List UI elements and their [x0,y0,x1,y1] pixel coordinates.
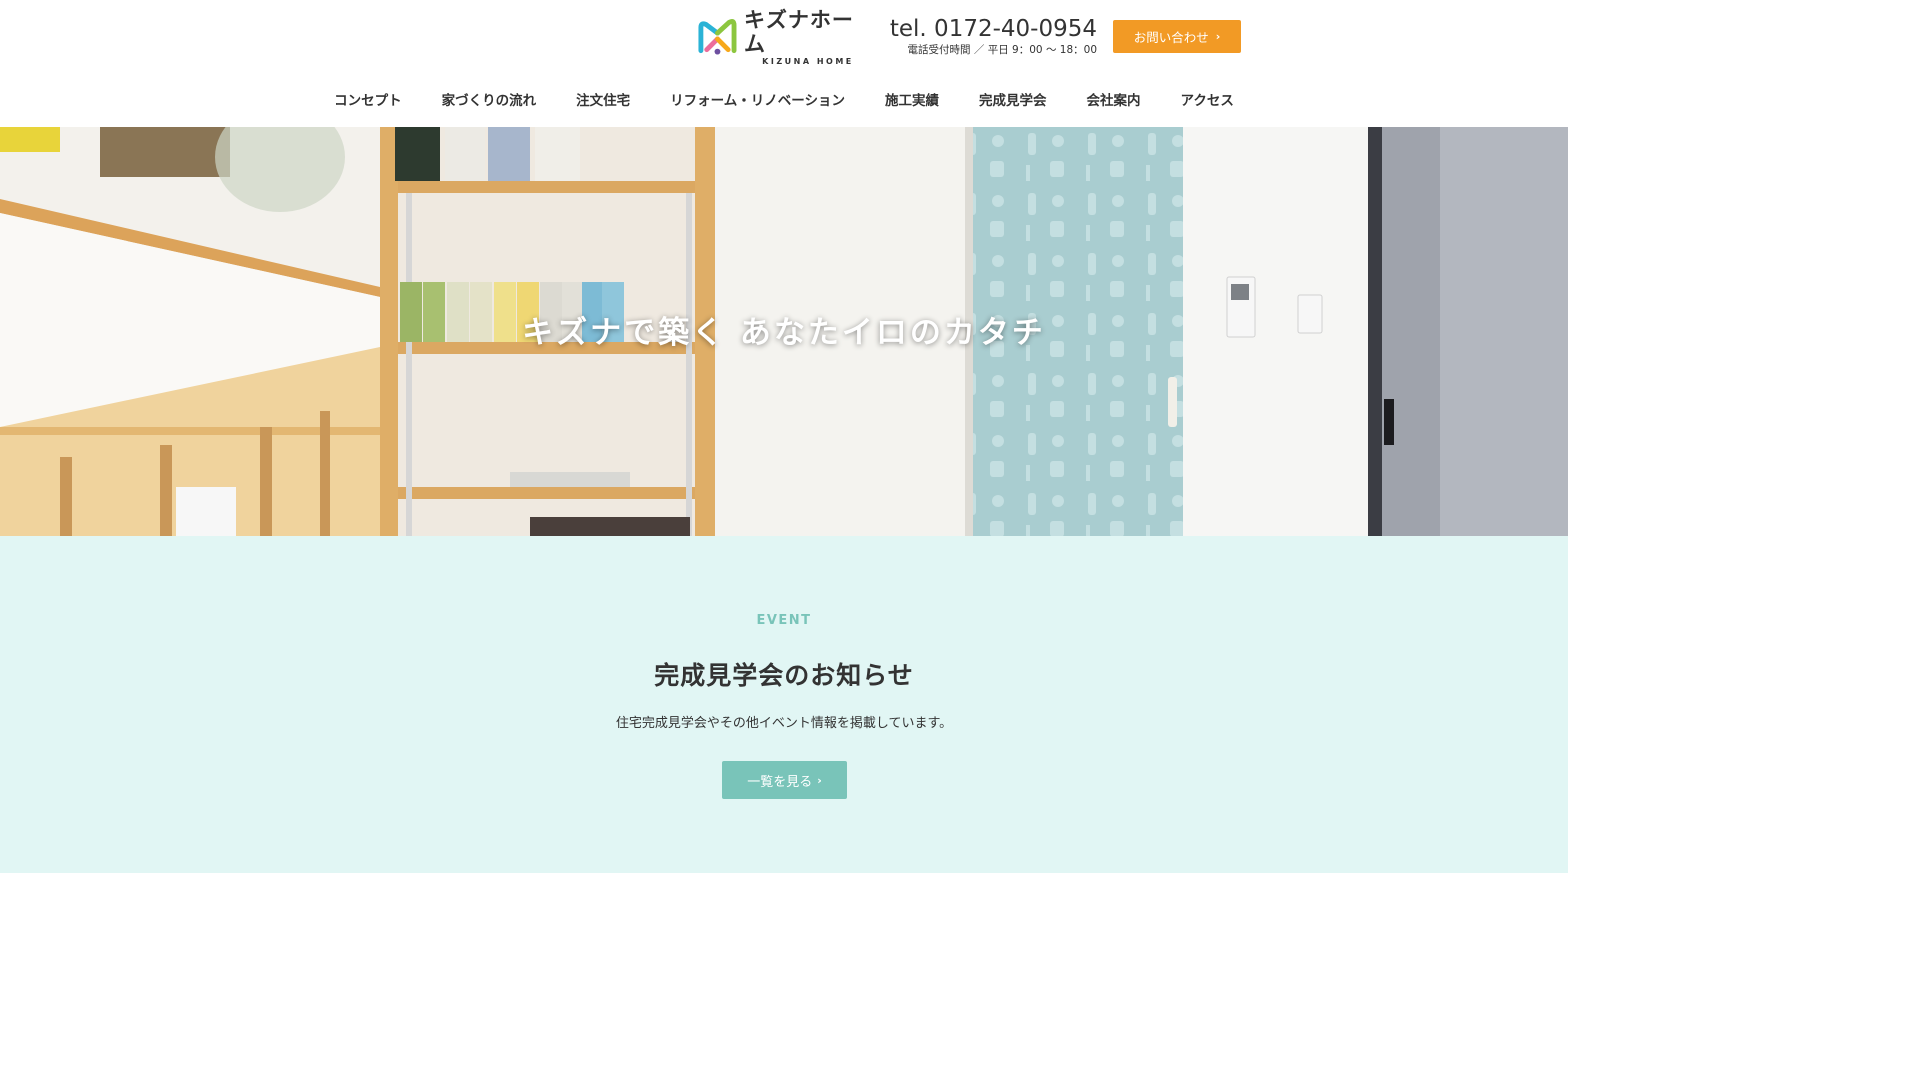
contact-button-label: お問い合わせ [1133,30,1209,45]
chevron-right-icon: › [1215,30,1221,43]
nav-item-concept[interactable]: コンセプト [314,88,422,114]
view-list-button-label: 一覧を見る [747,774,813,790]
nav-item-access[interactable]: アクセス [1161,88,1254,114]
contact-button[interactable]: お問い合わせ › [1113,20,1241,53]
site-logo[interactable]: キズナホーム KIZUNA HOME [697,8,872,66]
nav-item-flow[interactable]: 家づくりの流れ [422,88,557,114]
nav-item-company[interactable]: 会社案内 [1067,88,1161,114]
nav-item-works[interactable]: 施工実績 [865,88,959,114]
event-description: 住宅完成見学会やその他イベント情報を掲載しています。 [615,716,953,731]
event-title: 完成見学会のお知らせ [654,661,914,690]
view-list-button[interactable]: 一覧を見る › [722,761,847,799]
event-section-label: EVENT [756,613,812,628]
nav-item-open-house[interactable]: 完成見学会 [959,88,1067,114]
tel-block: tel. 0172-40-0954 電話受付時間 ／ 平日 9：00 〜 18：… [890,15,1097,57]
logo-text: キズナホーム KIZUNA HOME [744,8,872,67]
event-section: EVENT 完成見学会のお知らせ 住宅完成見学会やその他イベント情報を掲載してい… [0,536,1568,873]
main-nav: コンセプト 家づくりの流れ 注文住宅 リフォーム・リノベーション 施工実績 完成… [0,88,1568,114]
nav-item-reform[interactable]: リフォーム・リノベーション [650,88,865,114]
nav-item-custom-house[interactable]: 注文住宅 [556,88,650,114]
tel-number[interactable]: tel. 0172-40-0954 [890,15,1097,43]
logo-jp-text: キズナホーム [743,7,854,56]
chevron-right-icon: › [817,773,822,787]
logo-en-text: KIZUNA HOME [762,56,854,66]
tel-hours: 電話受付時間 ／ 平日 9：00 〜 18：00 [907,44,1097,56]
site-header: キズナホーム KIZUNA HOME tel. 0172-40-0954 電話受… [0,0,1568,127]
hero-section: キズナで築く あなたイロのカタチ [0,127,1568,536]
hero-tagline: キズナで築く あなたイロのカタチ [522,315,1046,351]
kizuna-logo-icon [698,18,737,55]
